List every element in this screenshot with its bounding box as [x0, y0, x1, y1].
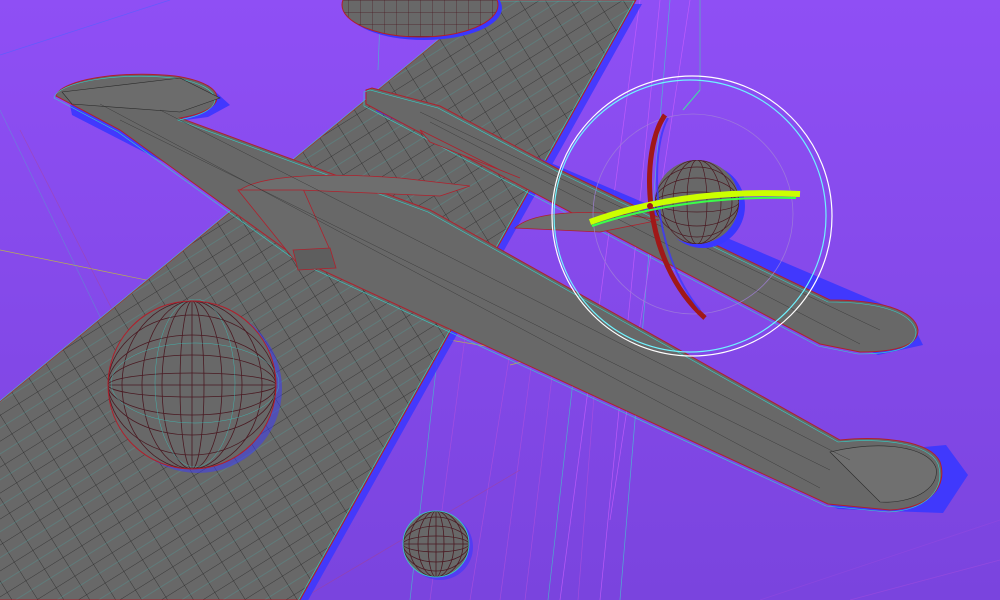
viewport-canvas[interactable]: [0, 0, 1000, 600]
3d-viewport[interactable]: [0, 0, 1000, 600]
